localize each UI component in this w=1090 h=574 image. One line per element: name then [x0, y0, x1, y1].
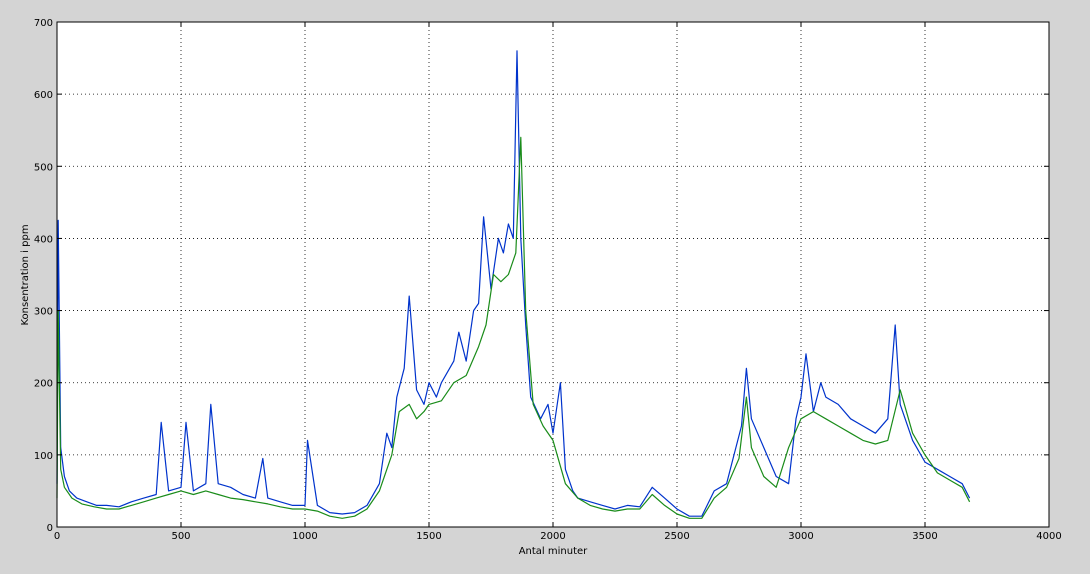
y-tick-label: 0 — [47, 523, 53, 534]
x-tick-label: 2000 — [540, 531, 565, 542]
y-axis-label: Konsentration i ppm — [20, 224, 31, 325]
x-tick-label: 1500 — [416, 531, 441, 542]
x-tick-label: 1000 — [292, 531, 317, 542]
y-tick-label: 200 — [34, 379, 53, 390]
x-tick-label: 0 — [54, 531, 60, 542]
x-tick-label: 500 — [171, 531, 190, 542]
y-tick-label: 300 — [34, 307, 53, 318]
x-tick-label: 3000 — [788, 531, 813, 542]
y-tick-label: 400 — [34, 234, 53, 245]
y-tick-label: 100 — [34, 451, 53, 462]
y-tick-label: 700 — [34, 18, 53, 29]
x-tick-label: 2500 — [664, 531, 689, 542]
y-tick-label: 500 — [34, 162, 53, 173]
y-tick-label: 600 — [34, 90, 53, 101]
line-chart: 0 500 1000 1500 2000 2500 3000 3500 4000 0 100 200 3… — [20, 18, 1062, 557]
x-axis-label: Antal minuter — [519, 546, 588, 557]
x-tick-label: 4000 — [1036, 531, 1061, 542]
x-tick-label: 3500 — [912, 531, 937, 542]
